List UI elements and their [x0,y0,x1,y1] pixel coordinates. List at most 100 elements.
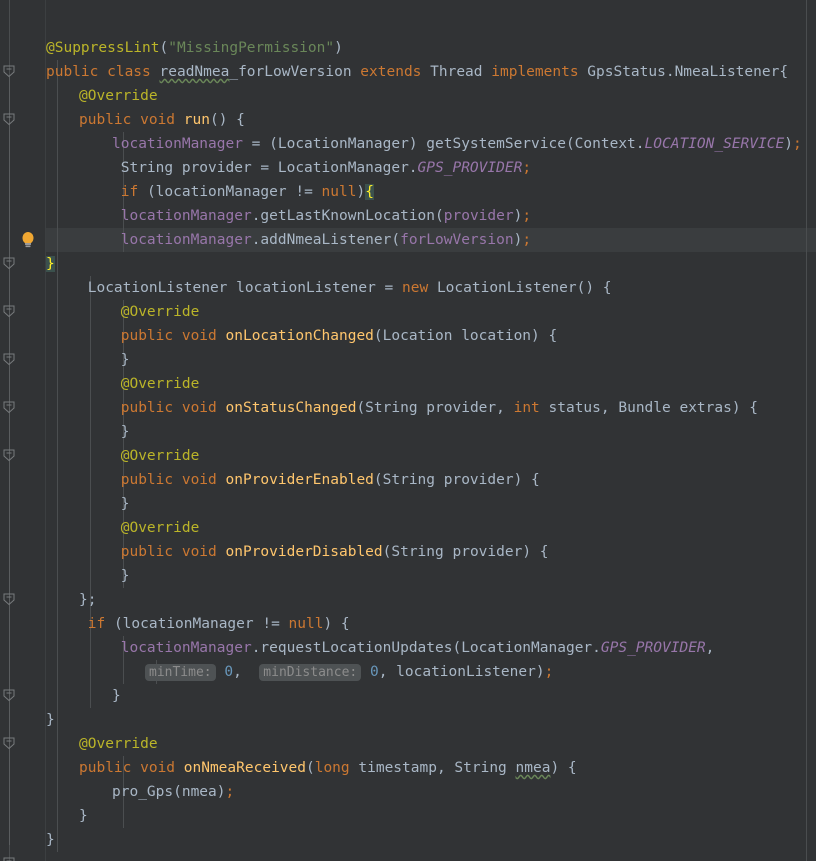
code-line[interactable]: @SuppressLint("MissingPermission") [46,36,343,60]
code-line[interactable]: } [46,252,55,276]
code-token: = (LocationManager) getSystemService(Con… [242,136,645,152]
code-token: if [87,616,114,632]
code-token: , [233,664,260,680]
code-token: onProviderDisabled [225,544,383,560]
code-line[interactable]: @Override [112,444,200,468]
code-token: .requestLocationUpdates(LocationManager. [251,640,601,656]
code-fold-collapse-icon[interactable] [3,305,16,318]
code-line[interactable]: @Override [112,516,200,540]
code-fold-collapse-icon[interactable] [3,257,16,270]
code-line[interactable]: locationManager.addNmeaListener(forLowVe… [112,228,531,252]
code-token: extends [360,64,431,80]
code-token: public void [120,544,226,560]
code-line[interactable]: public void onProviderDisabled(String pr… [112,540,549,564]
code-text-area[interactable]: @SuppressLint("MissingPermission") public… [0,0,816,861]
code-token: @Override [79,88,158,104]
code-token: ; [225,784,235,800]
code-fold-collapse-icon[interactable] [3,857,16,861]
code-line[interactable]: } [112,348,130,372]
code-line[interactable]: } [79,804,88,828]
code-token: public class [46,64,160,80]
code-line[interactable]: public void onProviderEnabled(String pro… [112,468,540,492]
code-token: ) [334,40,343,56]
code-line[interactable]: if (locationManager != null){ [112,180,374,204]
code-fold-collapse-icon[interactable] [3,737,16,750]
code-token: onProviderEnabled [225,472,374,488]
code-line[interactable]: String provider = LocationManager.GPS_PR… [112,156,531,180]
code-line[interactable]: }; [79,588,96,612]
code-line[interactable]: } [46,828,55,852]
code-fold-collapse-icon[interactable] [3,113,16,126]
code-token: } [46,832,55,848]
code-line[interactable]: } [112,420,130,444]
code-token: } [112,424,130,440]
intention-lightbulb-icon[interactable] [20,231,36,249]
code-token: public void [79,760,184,776]
code-fold-collapse-icon[interactable] [3,353,16,366]
code-token: .getLastKnownLocation( [251,208,444,224]
code-fold-collapse-icon[interactable] [3,593,16,606]
code-line[interactable]: } [46,708,55,732]
code-fold-collapse-icon[interactable] [3,401,16,414]
code-line[interactable]: public void onStatusChanged(String provi… [112,396,758,420]
code-token: @Override [112,376,200,392]
code-token: , [705,640,715,656]
code-token: implements [491,64,588,80]
code-token: } [112,496,130,512]
code-token: (String provider, [356,400,514,416]
code-fold-collapse-icon[interactable] [3,449,16,462]
code-token: ) { [550,760,577,776]
code-token: ) { [323,616,350,632]
code-fold-collapse-icon[interactable] [3,65,16,78]
code-token: @SuppressLint [46,40,160,56]
code-line[interactable]: locationManager.getLastKnownLocation(pro… [112,204,531,228]
code-token: pro_Gps(nmea) [112,784,226,800]
code-line[interactable]: } [112,492,130,516]
code-token: locationManager [120,232,252,248]
code-token: (locationManager != [146,184,322,200]
code-token: @Override [112,448,200,464]
code-fold-collapse-icon[interactable] [3,689,16,702]
code-line[interactable]: @Override [79,84,158,108]
code-line[interactable]: if (locationManager != null) { [79,612,350,636]
code-line[interactable]: @Override [79,732,158,756]
code-line[interactable]: @Override [112,300,200,324]
code-line[interactable]: @Override [112,372,200,396]
fold-region-line [9,701,10,725]
editor-gutter[interactable] [0,0,46,861]
code-line[interactable]: public void onLocationChanged(Location l… [112,324,558,348]
code-line[interactable]: LocationListener locationListener = new … [79,276,612,300]
code-line[interactable]: public void run() { [79,108,245,132]
code-line[interactable]: minTime: 0, minDistance: 0, locationList… [145,660,553,684]
code-token: (Location location) { [373,328,558,344]
code-line[interactable]: pro_Gps(nmea); [112,780,234,804]
code-token: run [183,112,210,128]
code-token: } [46,256,55,272]
code-line[interactable]: } [112,564,130,588]
code-token: forLowVersion [400,232,514,248]
code-line[interactable]: locationManager.requestLocationUpdates(L… [112,636,715,660]
code-token: public void [120,400,226,416]
code-token: ; [522,160,532,176]
code-line[interactable]: public void onNmeaReceived(long timestam… [79,756,577,780]
code-line[interactable]: public class readNmea_forLowVersion exte… [46,60,788,84]
code-token: ( [159,40,169,56]
code-line[interactable]: locationManager = (LocationManager) getS… [112,132,802,156]
code-token: LocationListener() { [436,280,612,296]
code-token: _forLowVersion [229,64,361,80]
code-token: minTime: [145,664,216,681]
code-line[interactable]: } [112,684,121,708]
code-editor[interactable]: @SuppressLint("MissingPermission") public… [0,0,816,861]
code-token: null [321,184,357,200]
fold-region-line [9,413,10,437]
code-token: } [112,568,130,584]
code-token: { [365,184,374,200]
code-token: @Override [79,736,158,752]
code-token: ; [792,136,802,152]
code-token: (String provider) { [373,472,540,488]
code-token: () { [209,112,245,128]
